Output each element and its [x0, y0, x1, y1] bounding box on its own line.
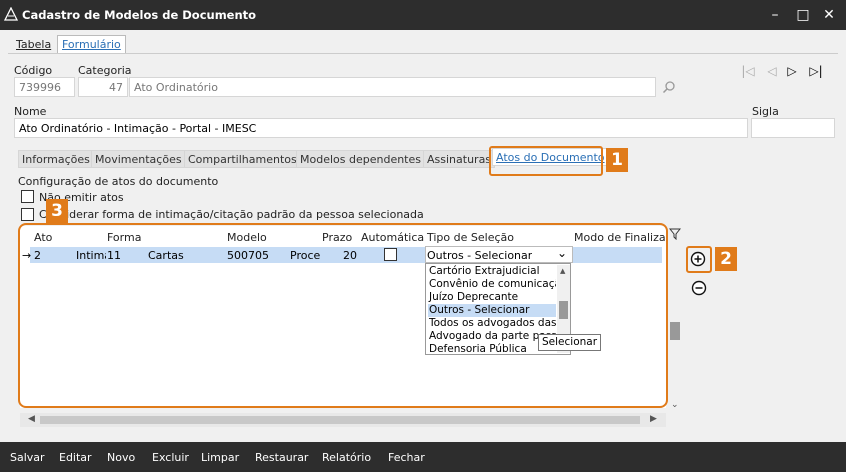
filter-icon[interactable] [669, 228, 681, 240]
first-record-icon[interactable]: |◁ [738, 64, 758, 78]
cell-proces[interactable]: Processo [290, 249, 320, 262]
highlight-box-2 [686, 246, 712, 273]
dropdown-option[interactable]: Advogado da parte passiva [428, 330, 556, 343]
dropdown-option[interactable]: Cartório Extrajudicial [428, 265, 556, 278]
col-automatica[interactable]: Automática [361, 231, 424, 244]
categoria-label: Categoria [78, 64, 132, 77]
tab-formulario-label: Formulário [62, 38, 121, 51]
sigla-field[interactable] [751, 118, 835, 138]
tab-compartilhamentos-label: Compartilhamentos [188, 153, 297, 166]
config-title: Configuração de atos do documento [18, 175, 219, 188]
scroll-up-icon[interactable]: ▲ [560, 267, 565, 275]
close-button[interactable]: ✕ [816, 0, 842, 30]
dropdown-option[interactable]: Juízo Deprecante [428, 291, 556, 304]
remove-row-icon[interactable] [691, 280, 707, 296]
tab-movimentacoes[interactable]: Movimentações [91, 150, 186, 168]
highlight-box-1 [489, 146, 603, 176]
novo-button[interactable]: Novo [107, 451, 135, 464]
automatica-checkbox[interactable] [384, 248, 397, 261]
last-record-icon[interactable]: ▷| [806, 64, 826, 78]
tab-divider [8, 53, 838, 54]
scroll-down-icon[interactable]: ⌄ [671, 400, 679, 410]
annotation-badge-3: 3 [46, 199, 68, 223]
window-title: Cadastro de Modelos de Documento [22, 8, 257, 22]
footer-toolbar: Salvar Editar Novo Excluir Limpar Restau… [0, 442, 846, 472]
col-ato[interactable]: Ato [34, 231, 52, 244]
search-icon[interactable] [662, 80, 676, 94]
minimize-button[interactable]: – [762, 0, 788, 30]
maximize-button[interactable]: □ [790, 0, 816, 30]
tab-assinaturas[interactable]: Assinaturas [423, 150, 496, 168]
tab-informacoes[interactable]: Informações [18, 150, 94, 168]
tab-tabela[interactable]: Tabela [12, 36, 55, 54]
next-record-icon[interactable]: ▷ [782, 64, 802, 78]
annotation-badge-2: 2 [715, 247, 737, 271]
codigo-label: Código [14, 64, 53, 77]
restaurar-button[interactable]: Restaurar [255, 451, 308, 464]
limpar-button[interactable]: Limpar [201, 451, 239, 464]
col-modo-finalizacao[interactable]: Modo de Finalização [574, 231, 666, 244]
grid-hscroll-thumb[interactable] [40, 416, 640, 424]
cell-forma-c[interactable]: Cartas [148, 249, 184, 262]
prev-record-icon[interactable]: ◁ [762, 64, 782, 78]
tab-movimentacoes-label: Movimentações [95, 153, 182, 166]
col-forma[interactable]: Forma [107, 231, 141, 244]
grid-hscrollbar[interactable]: ◀ ▶ [20, 413, 666, 427]
categoria-id-field[interactable]: 47 [78, 77, 128, 97]
sigla-label: Sigla [752, 105, 779, 118]
title-bar: Cadastro de Modelos de Documento – □ ✕ [0, 0, 846, 30]
nome-field[interactable]: Ato Ordinatório - Intimação - Portal - I… [14, 118, 748, 138]
app-logo-icon [4, 7, 18, 21]
cell-ato[interactable]: 2 [34, 249, 41, 262]
col-modelo[interactable]: Modelo [227, 231, 267, 244]
cell-modelo[interactable]: 500705 [227, 249, 269, 262]
fechar-button[interactable]: Fechar [388, 451, 425, 464]
grid-vscrollbar[interactable]: ⌄ [668, 246, 682, 412]
tooltip: Selecionar [538, 334, 602, 351]
row-indicator-icon: → [22, 249, 32, 262]
col-prazo[interactable]: Prazo [322, 231, 352, 244]
app-window: Cadastro de Modelos de Documento – □ ✕ T… [0, 0, 846, 472]
grid-vscroll-thumb[interactable] [670, 322, 680, 340]
col-tipo-selecao[interactable]: Tipo de Seleção [427, 231, 514, 244]
cell-forma-b[interactable]: 11 [107, 249, 121, 262]
considerar-forma-checkbox[interactable] [21, 208, 34, 221]
tab-assinaturas-label: Assinaturas [427, 153, 492, 166]
dropdown-option[interactable]: Todos os advogados das partes [428, 317, 556, 330]
cell-forma-a[interactable]: Intimação [76, 249, 106, 262]
annotation-badge-1: 1 [606, 148, 628, 172]
scroll-left-icon[interactable]: ◀ [28, 414, 35, 424]
categoria-name-field[interactable]: Ato Ordinatório [129, 77, 656, 97]
salvar-button[interactable]: Salvar [10, 451, 45, 464]
tab-modelos-dependentes[interactable]: Modelos dependentes [296, 150, 425, 168]
tab-formulario[interactable]: Formulário [57, 35, 126, 53]
nome-label: Nome [14, 105, 47, 118]
scroll-thumb[interactable] [559, 301, 568, 319]
tab-tabela-label: Tabela [16, 38, 52, 51]
dropdown-option-selected[interactable]: Outros - Selecionar [428, 304, 556, 317]
dropdown-option[interactable]: Defensoria Pública [428, 343, 556, 355]
tab-modelos-dependentes-label: Modelos dependentes [300, 153, 421, 166]
codigo-field[interactable]: 739996 [14, 77, 75, 97]
considerar-forma-label: Considerar forma de intimação/citação pa… [39, 208, 424, 221]
relatorio-button[interactable]: Relatório [322, 451, 371, 464]
tab-compartilhamentos[interactable]: Compartilhamentos [184, 150, 301, 168]
editar-button[interactable]: Editar [59, 451, 92, 464]
cell-prazo[interactable]: 20 [343, 249, 357, 262]
scroll-right-icon[interactable]: ▶ [650, 414, 657, 424]
tab-informacoes-label: Informações [22, 153, 90, 166]
tipo-selecao-value: Outros - Selecionar [427, 249, 533, 262]
excluir-button[interactable]: Excluir [152, 451, 189, 464]
chevron-down-icon[interactable]: ⌄ [557, 246, 567, 260]
nao-emitir-checkbox[interactable] [21, 190, 34, 203]
dropdown-option[interactable]: Convênio de comunicação [428, 278, 556, 291]
